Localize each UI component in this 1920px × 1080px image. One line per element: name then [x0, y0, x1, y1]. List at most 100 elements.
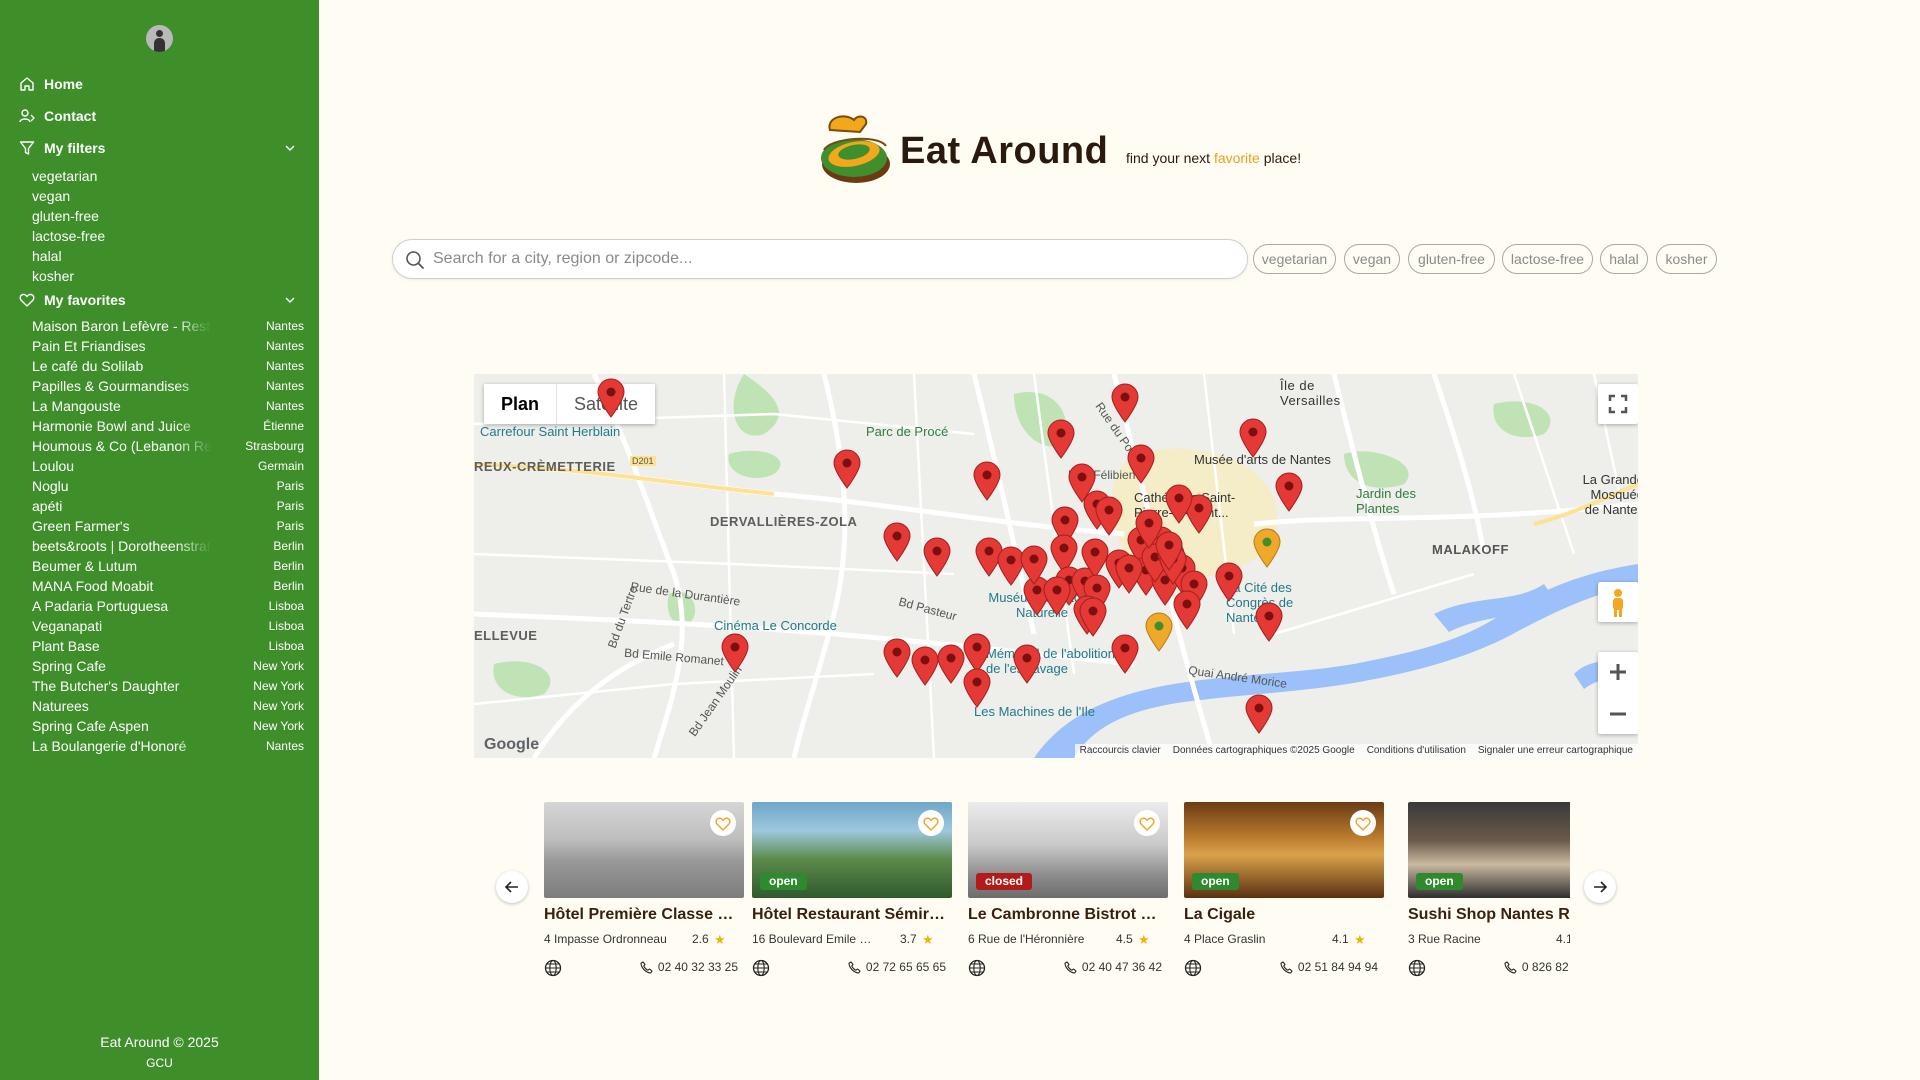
- favorite-heart-button[interactable]: [1350, 810, 1376, 836]
- map-shortcuts-link[interactable]: Raccourcis clavier: [1080, 745, 1161, 757]
- filter-item[interactable]: gluten-free: [32, 206, 105, 226]
- map-marker-icon[interactable]: [1254, 602, 1284, 642]
- restaurant-name[interactable]: Sushi Shop Nantes Racine: [1408, 906, 1570, 924]
- favorite-item[interactable]: Maison Baron Lefèvre - Restaurant Nantes: [32, 316, 304, 336]
- zoom-in-icon[interactable]: [1598, 652, 1638, 692]
- search-input[interactable]: [433, 247, 1233, 271]
- filter-item[interactable]: vegan: [32, 186, 105, 206]
- map-marker-icon[interactable]: [1110, 634, 1140, 674]
- chip-vegetarian[interactable]: vegetarian: [1253, 244, 1336, 274]
- nav-contact[interactable]: Contact: [19, 108, 96, 124]
- favorite-item[interactable]: Pain Et Friandises Nantes: [32, 336, 304, 356]
- restaurant-card[interactable]: open La Cigale 4 Place Graslin 4.1 ★ 02 51 84…: [1184, 802, 1384, 992]
- map-marker-selected-icon[interactable]: [1144, 612, 1174, 652]
- zoom-out-icon[interactable]: [1598, 694, 1638, 734]
- map-type-plan[interactable]: Plan: [484, 384, 556, 424]
- map-report-link[interactable]: Signaler une erreur cartographique: [1478, 745, 1633, 757]
- restaurant-phone[interactable]: 02 72 65 65 65: [848, 960, 946, 974]
- favorite-item[interactable]: Naturees New York: [32, 696, 304, 716]
- map-marker-icon[interactable]: [972, 461, 1002, 501]
- restaurant-card[interactable]: open Hôtel Restaurant Sémiramis 16 Bouleva…: [752, 802, 952, 992]
- favorite-item[interactable]: Harmonie Bowl and Juice Étienne: [32, 416, 304, 436]
- filter-item[interactable]: kosher: [32, 266, 105, 286]
- avatar[interactable]: [146, 25, 173, 52]
- chevron-down-icon[interactable]: [284, 142, 296, 154]
- restaurant-name[interactable]: La Cigale: [1184, 906, 1384, 924]
- favorite-item[interactable]: Le café du Solilab Nantes: [32, 356, 304, 376]
- restaurant-phone[interactable]: 02 51 84 94 94: [1280, 960, 1378, 974]
- street-view-button[interactable]: [1598, 582, 1638, 622]
- favorite-item[interactable]: Beumer & Lutum Berlin: [32, 556, 304, 576]
- chip-kosher[interactable]: kosher: [1656, 244, 1717, 274]
- restaurant-card[interactable]: Hôtel Première Classe Nantes 4 Impasse Or…: [544, 802, 744, 992]
- favorite-item[interactable]: Papilles & Gourmandises Nantes: [32, 376, 304, 396]
- map-marker-icon[interactable]: [1046, 419, 1076, 459]
- map[interactable]: Plan Satellite Carrefour Saint Herblain …: [474, 374, 1638, 758]
- map-marker-icon[interactable]: [1134, 509, 1164, 549]
- map-marker-icon[interactable]: [882, 522, 912, 562]
- favorite-item[interactable]: The Butcher's Daughter New York: [32, 676, 304, 696]
- map-marker-selected-icon[interactable]: [1252, 528, 1282, 568]
- favorite-item[interactable]: beets&roots | Dorotheenstraße Berlin: [32, 536, 304, 556]
- globe-icon[interactable]: [752, 959, 770, 977]
- favorite-heart-button[interactable]: [1134, 810, 1160, 836]
- favorite-item[interactable]: Green Farmer's Paris: [32, 516, 304, 536]
- favorite-item[interactable]: Veganapati Lisboa: [32, 616, 304, 636]
- map-marker-icon[interactable]: [962, 633, 992, 673]
- favorite-item[interactable]: La Boulangerie d'Honoré Nantes: [32, 736, 304, 756]
- map-marker-icon[interactable]: [1094, 496, 1124, 536]
- restaurant-card[interactable]: closed Le Cambronne Bistrot Nantes 6 Rue d…: [968, 802, 1168, 992]
- favorite-item[interactable]: Spring Cafe New York: [32, 656, 304, 676]
- fullscreen-button[interactable]: [1598, 384, 1638, 424]
- chip-halal[interactable]: halal: [1600, 244, 1648, 274]
- footer-gcu-link[interactable]: GCU: [0, 1056, 319, 1070]
- map-marker-icon[interactable]: [882, 638, 912, 678]
- favorite-heart-button[interactable]: [918, 810, 944, 836]
- favorite-item[interactable]: La Mangouste Nantes: [32, 396, 304, 416]
- map-marker-icon[interactable]: [832, 449, 862, 489]
- globe-icon[interactable]: [544, 959, 562, 977]
- map-marker-icon[interactable]: [596, 378, 626, 418]
- favorite-item[interactable]: A Padaria Portuguesa Lisboa: [32, 596, 304, 616]
- favorite-item[interactable]: Spring Cafe Aspen New York: [32, 716, 304, 736]
- nav-home[interactable]: Home: [19, 76, 83, 92]
- map-marker-icon[interactable]: [1114, 554, 1144, 594]
- search-bar[interactable]: [392, 239, 1248, 279]
- globe-icon[interactable]: [1408, 959, 1426, 977]
- map-marker-icon[interactable]: [1274, 472, 1304, 512]
- favorite-item[interactable]: Noglu Paris: [32, 476, 304, 496]
- favorites-header[interactable]: My favorites: [19, 292, 126, 308]
- map-marker-icon[interactable]: [1078, 597, 1108, 637]
- map-marker-icon[interactable]: [1126, 444, 1156, 484]
- favorite-item[interactable]: Loulou Germain: [32, 456, 304, 476]
- favorite-item[interactable]: Plant Base Lisboa: [32, 636, 304, 656]
- restaurant-name[interactable]: Le Cambronne Bistrot Nantes: [968, 906, 1168, 924]
- filter-item[interactable]: vegetarian: [32, 166, 105, 186]
- restaurant-name[interactable]: Hôtel Première Classe Nantes: [544, 906, 744, 924]
- restaurant-phone[interactable]: 0 826 82 62 26: [1504, 960, 1570, 974]
- chip-lactose-free[interactable]: lactose-free: [1502, 244, 1593, 274]
- carousel-prev-button[interactable]: [496, 871, 528, 903]
- globe-icon[interactable]: [968, 959, 986, 977]
- restaurant-name[interactable]: Hôtel Restaurant Sémiramis: [752, 906, 952, 924]
- restaurant-card[interactable]: open Sushi Shop Nantes Racine 3 Rue Racine…: [1408, 802, 1570, 992]
- map-marker-icon[interactable]: [1110, 383, 1140, 423]
- map-marker-icon[interactable]: [1172, 590, 1202, 630]
- chevron-down-icon[interactable]: [284, 294, 296, 306]
- map-marker-icon[interactable]: [1164, 484, 1194, 524]
- chip-vegan[interactable]: vegan: [1344, 244, 1400, 274]
- restaurant-phone[interactable]: 02 40 47 36 42: [1064, 960, 1162, 974]
- filter-item[interactable]: lactose-free: [32, 226, 105, 246]
- map-marker-icon[interactable]: [1238, 418, 1268, 458]
- map-type-toggle[interactable]: Plan Satellite: [484, 384, 656, 424]
- restaurant-phone[interactable]: 02 40 32 33 25: [640, 960, 738, 974]
- favorite-item[interactable]: MANA Food Moabit Berlin: [32, 576, 304, 596]
- map-marker-icon[interactable]: [720, 633, 750, 673]
- carousel-next-button[interactable]: [1584, 871, 1616, 903]
- map-marker-icon[interactable]: [1012, 644, 1042, 684]
- map-marker-icon[interactable]: [1244, 694, 1274, 734]
- chip-gluten-free[interactable]: gluten-free: [1408, 244, 1495, 274]
- favorite-item[interactable]: Houmous & Co (Lebanon Restaurant) Strasbo…: [32, 436, 304, 456]
- filter-item[interactable]: halal: [32, 246, 105, 266]
- favorite-item[interactable]: apéti Paris: [32, 496, 304, 516]
